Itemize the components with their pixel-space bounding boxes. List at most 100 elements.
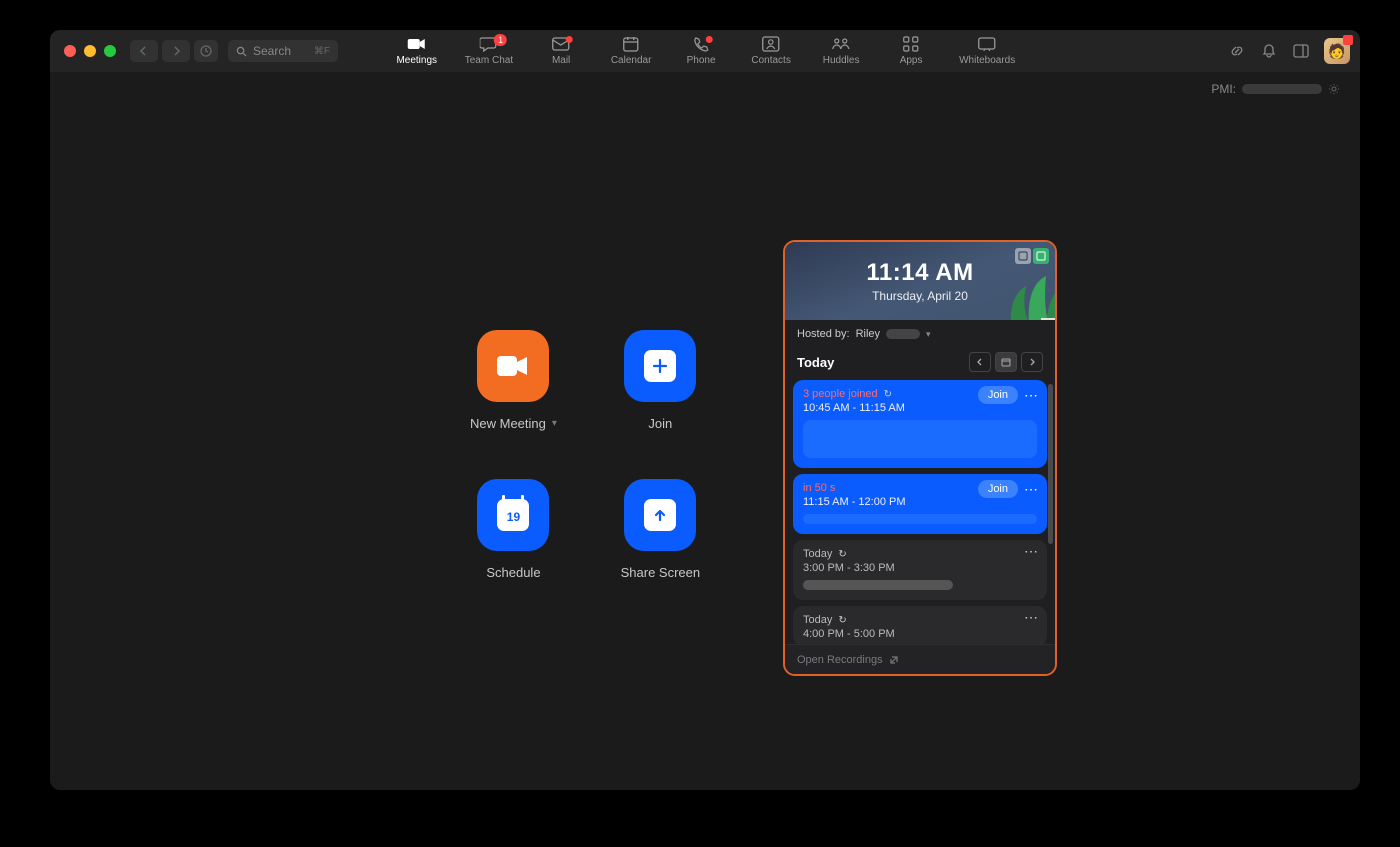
video-icon: [495, 354, 531, 378]
maximize-window-button[interactable]: [104, 45, 116, 57]
chat-badge: 1: [494, 34, 507, 46]
chevron-down-icon[interactable]: ▾: [552, 418, 557, 429]
today-label: Today: [797, 355, 834, 370]
meeting-day-tag: Today: [803, 548, 832, 560]
join-meeting-button[interactable]: Join: [978, 480, 1018, 498]
recurring-icon: ↻: [838, 549, 846, 560]
contacts-icon: [761, 36, 781, 52]
mail-badge-icon: [566, 36, 573, 43]
day-selector-row: Today: [785, 348, 1055, 380]
meetings-list[interactable]: Join ⋯ 3 people joined ↻ 10:45 AM - 11:1…: [785, 380, 1055, 658]
tab-calendar[interactable]: Calendar: [609, 36, 653, 66]
search-input[interactable]: Search ⌘F: [228, 40, 338, 62]
tab-meetings[interactable]: Meetings: [395, 36, 439, 66]
calendar-icon: [621, 36, 641, 52]
meeting-card[interactable]: ⋯ Today ↻ 3:00 PM - 3:30 PM: [793, 540, 1047, 600]
meeting-title-redacted: [803, 514, 1037, 524]
phone-badge-icon: [706, 36, 713, 43]
new-meeting-button[interactable]: [477, 330, 549, 402]
sidebar-toggle-icon[interactable]: [1292, 42, 1310, 60]
huddles-icon: [831, 36, 851, 52]
action-label: Join: [648, 416, 672, 431]
meeting-time: 4:00 PM - 5:00 PM: [803, 628, 1037, 640]
action-schedule: 19 Schedule: [470, 479, 557, 580]
minimize-window-button[interactable]: [84, 45, 96, 57]
avatar[interactable]: 🧑: [1324, 38, 1350, 64]
join-button[interactable]: [624, 330, 696, 402]
day-nav: [969, 352, 1043, 372]
nav-back-button[interactable]: [130, 40, 158, 62]
meeting-card[interactable]: Join ⋯ in 50 s 11:15 AM - 12:00 PM: [793, 474, 1047, 534]
pmi-value-redacted: [1242, 84, 1322, 94]
window-controls: [64, 45, 116, 57]
meeting-title-redacted: [803, 420, 1037, 458]
meeting-card[interactable]: ⋯ Today ↻ 4:00 PM - 5:00 PM: [793, 606, 1047, 646]
meeting-status: in 50 s: [803, 482, 835, 494]
open-recordings-link[interactable]: Open Recordings: [785, 644, 1055, 674]
link-icon[interactable]: [1228, 42, 1246, 60]
search-placeholder: Search: [253, 44, 291, 58]
tab-team-chat[interactable]: 1 Team Chat: [465, 36, 513, 66]
tab-contacts[interactable]: Contacts: [749, 36, 793, 66]
calendar-mini-icon[interactable]: [1015, 248, 1031, 264]
tab-label: Calendar: [611, 55, 652, 66]
tab-label: Whiteboards: [959, 55, 1015, 66]
video-icon: [407, 36, 427, 52]
action-join: Join: [617, 330, 704, 431]
hosted-by-row[interactable]: Hosted by: Riley ▾: [785, 320, 1055, 348]
nav-history-button[interactable]: [194, 40, 218, 62]
action-share-screen: Share Screen: [617, 479, 704, 580]
pmi-bar: PMI:: [1211, 82, 1340, 96]
action-label: Schedule: [486, 565, 540, 580]
action-label: New Meeting ▾: [470, 416, 557, 431]
pmi-label: PMI:: [1211, 82, 1236, 96]
tab-label: Huddles: [823, 55, 860, 66]
meeting-status: 3 people joined: [803, 388, 878, 400]
action-label: Share Screen: [621, 565, 701, 580]
nav-history: [130, 40, 190, 62]
search-icon: [236, 46, 247, 57]
tab-whiteboards[interactable]: Whiteboards: [959, 36, 1015, 66]
more-icon[interactable]: ⋯: [1024, 612, 1039, 622]
external-link-icon: [889, 655, 899, 665]
panel-date: Thursday, April 20: [872, 289, 968, 303]
tab-huddles[interactable]: Huddles: [819, 36, 863, 66]
join-meeting-button[interactable]: Join: [978, 386, 1018, 404]
calendar-icon: 19: [497, 499, 529, 531]
plant-decoration-icon: [1001, 266, 1055, 320]
next-day-button[interactable]: [1021, 352, 1043, 372]
expand-icon[interactable]: [1033, 248, 1049, 264]
tab-phone[interactable]: Phone: [679, 36, 723, 66]
tab-label: Meetings: [396, 55, 437, 66]
today-button[interactable]: [995, 352, 1017, 372]
more-icon[interactable]: ⋯: [1024, 484, 1039, 494]
search-shortcut: ⌘F: [314, 46, 330, 57]
titlebar-right: 🧑: [1228, 38, 1350, 64]
more-icon[interactable]: ⋯: [1024, 546, 1039, 556]
scrollbar-thumb[interactable]: [1048, 384, 1053, 544]
gear-icon[interactable]: [1328, 83, 1340, 95]
recurring-icon: ↻: [884, 389, 892, 400]
tab-apps[interactable]: Apps: [889, 36, 933, 66]
tab-label: Contacts: [751, 55, 790, 66]
tab-label: Team Chat: [465, 55, 513, 66]
meeting-card[interactable]: Join ⋯ 3 people joined ↻ 10:45 AM - 11:1…: [793, 380, 1047, 468]
chevron-down-icon: ▾: [926, 329, 931, 340]
more-icon[interactable]: ⋯: [1024, 390, 1039, 400]
apps-icon: [901, 36, 921, 52]
tab-mail[interactable]: Mail: [539, 36, 583, 66]
close-window-button[interactable]: [64, 45, 76, 57]
prev-day-button[interactable]: [969, 352, 991, 372]
panel-header: 11:14 AM Thursday, April 20: [785, 242, 1055, 320]
hosted-by-label: Hosted by:: [797, 328, 850, 340]
titlebar: Search ⌘F Meetings 1 Team Chat: [50, 30, 1360, 72]
bell-icon[interactable]: [1260, 42, 1278, 60]
hosted-by-name: Riley: [856, 328, 880, 340]
share-screen-button[interactable]: [624, 479, 696, 551]
panel-time: 11:14 AM: [866, 259, 973, 287]
whiteboards-icon: [977, 36, 997, 52]
action-new-meeting: New Meeting ▾: [470, 330, 557, 431]
nav-forward-button[interactable]: [162, 40, 190, 62]
schedule-button[interactable]: 19: [477, 479, 549, 551]
tab-label: Mail: [552, 55, 570, 66]
